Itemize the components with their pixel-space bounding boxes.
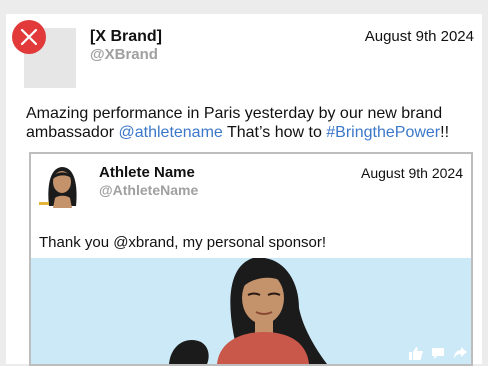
post-text-middle: That’s how to [222, 124, 327, 141]
athlete-name[interactable]: Athlete Name [99, 164, 195, 181]
post-text: Amazing performance in Paris yesterday b… [26, 104, 476, 142]
comment-icon[interactable] [431, 346, 445, 360]
post-text-end: !! [440, 124, 450, 141]
quoted-post-date: August 9th 2024 [361, 165, 463, 181]
post-date: August 9th 2024 [364, 28, 474, 45]
close-button[interactable] [12, 20, 46, 54]
thumbs-up-icon[interactable] [409, 346, 423, 360]
athlete-mention-link[interactable]: @athletename [119, 124, 223, 141]
quoted-post-image[interactable] [31, 258, 471, 364]
brand-handle[interactable]: @XBrand [90, 46, 158, 63]
athlete-photo-illustration [169, 258, 327, 364]
brand-name[interactable]: [X Brand] [90, 28, 162, 46]
quoted-post[interactable]: Athlete Name @AthleteName August 9th 202… [29, 152, 473, 366]
share-icon[interactable] [453, 346, 467, 360]
hashtag-link[interactable]: #BringthePower [326, 124, 440, 141]
athlete-handle[interactable]: @AthleteName [99, 182, 198, 198]
quoted-post-text: Thank you @xbrand, my personal sponsor! [39, 234, 327, 251]
close-icon [20, 28, 38, 46]
media-actions [409, 346, 467, 360]
athlete-avatar[interactable] [39, 162, 85, 208]
